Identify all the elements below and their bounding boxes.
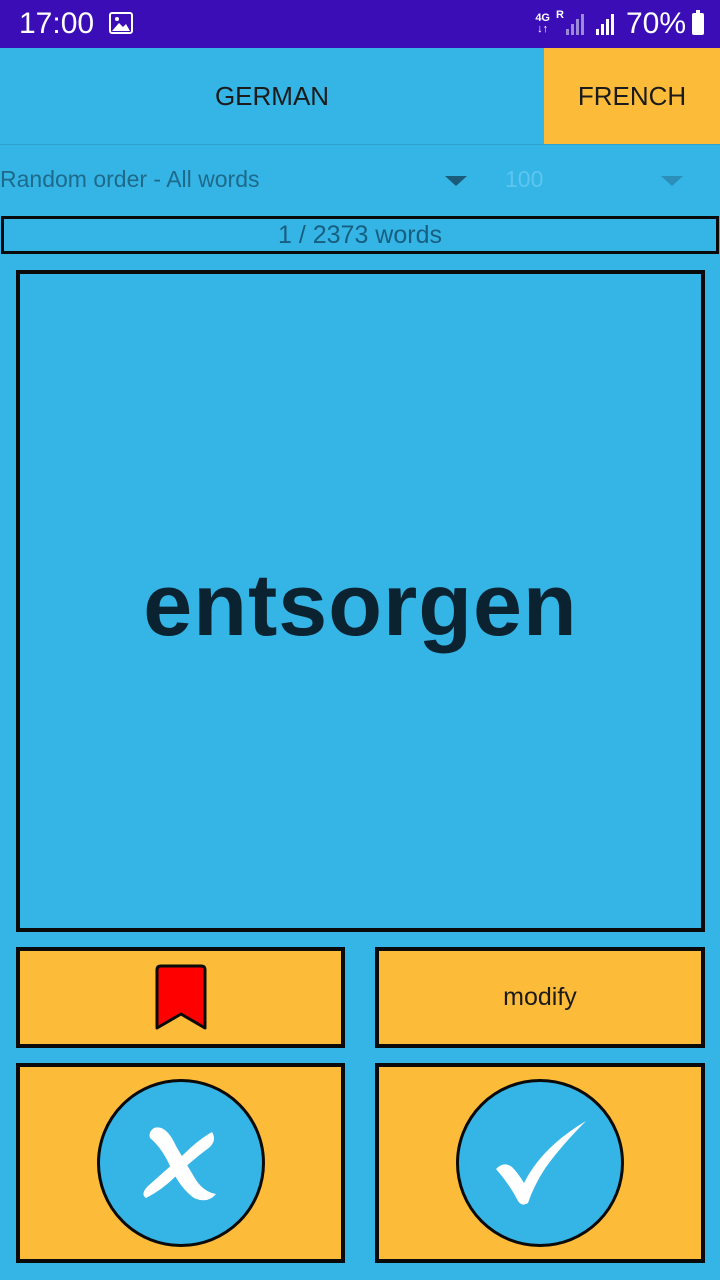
tab-french[interactable]: FRENCH	[544, 48, 720, 144]
battery-icon	[692, 10, 704, 35]
status-time: 17:00	[19, 7, 95, 40]
bookmark-icon	[155, 964, 206, 1029]
flashcard-word: entsorgen	[143, 555, 578, 654]
flashcard[interactable]: entsorgen	[16, 270, 705, 932]
battery-percent: 70%	[625, 7, 686, 40]
cross-icon	[142, 1127, 216, 1201]
status-indicators: 4G ↓↑ R 70%	[535, 7, 704, 41]
right-circle	[456, 1079, 624, 1247]
data-arrows-icon: ↓↑	[537, 23, 549, 35]
bookmark-button[interactable]	[16, 947, 345, 1048]
modify-button[interactable]: modify	[375, 947, 705, 1048]
status-bar: 17:00 4G ↓↑ R 70%	[0, 0, 720, 48]
signal-icon-1	[565, 13, 586, 35]
tab-german[interactable]: GERMAN	[0, 48, 544, 144]
count-select[interactable]: 100	[505, 166, 543, 193]
modify-label: modify	[503, 983, 577, 1011]
wrong-circle	[96, 1079, 265, 1247]
order-dropdown-arrow-icon[interactable]	[445, 176, 467, 186]
checkmark-icon	[496, 1121, 586, 1205]
right-answer-button[interactable]	[375, 1063, 705, 1263]
language-tabs: GERMAN FRENCH	[0, 48, 720, 145]
count-dropdown-arrow-icon[interactable]	[661, 176, 683, 186]
word-progress: 1 / 2373 words	[1, 216, 719, 254]
signal-icon-2	[595, 13, 616, 35]
order-select[interactable]: Random order - All words	[0, 166, 260, 193]
roaming-indicator: R	[556, 9, 564, 21]
network-type: 4G ↓↑	[535, 12, 550, 35]
wrong-answer-button[interactable]	[16, 1063, 345, 1263]
filter-dropdowns: Random order - All words 100	[0, 148, 720, 214]
image-notification-icon	[109, 12, 133, 34]
